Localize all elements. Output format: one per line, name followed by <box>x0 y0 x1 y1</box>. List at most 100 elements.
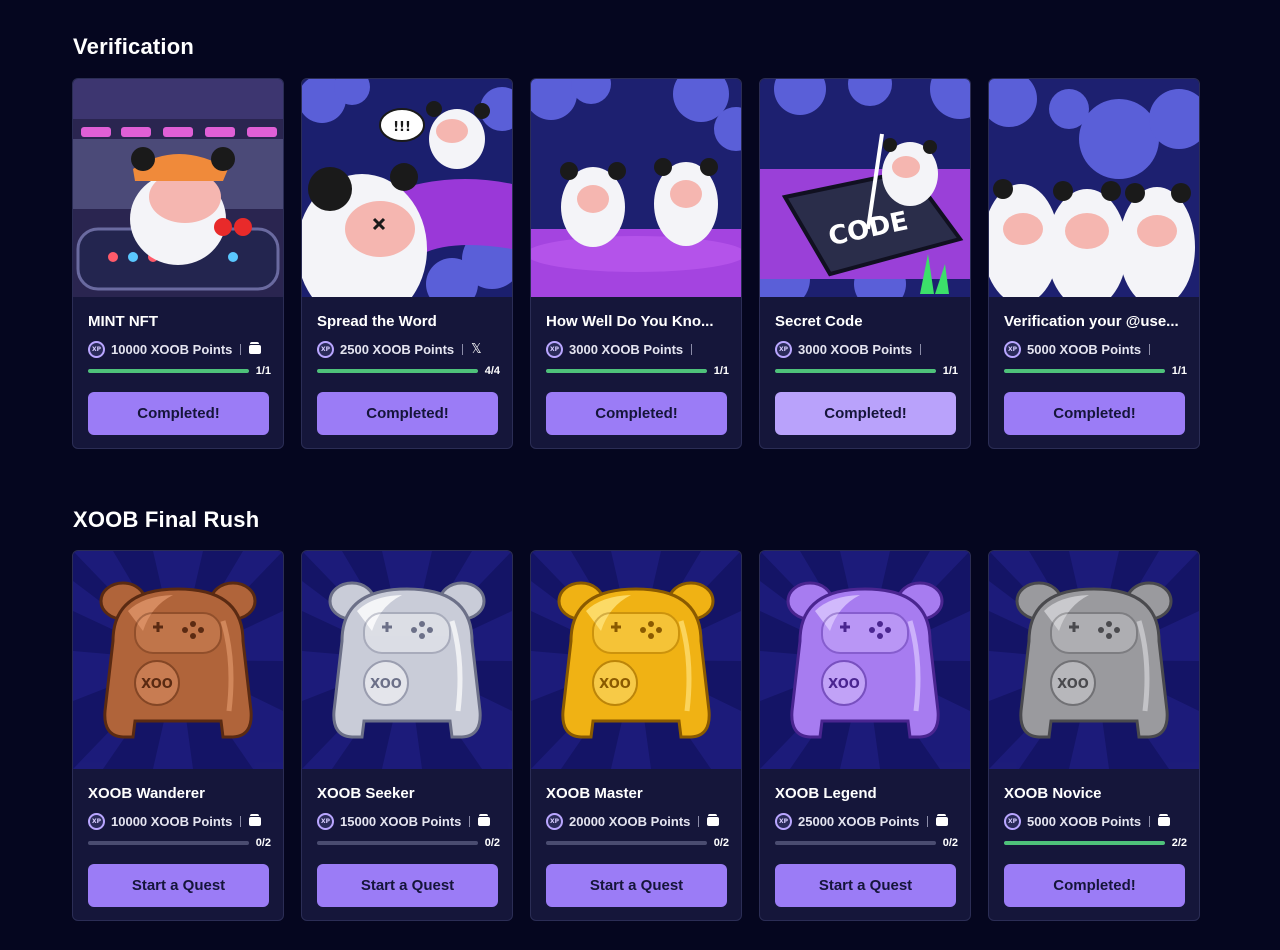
progress-count: 1/1 <box>942 365 958 377</box>
progress-row: 4/4 <box>317 365 500 377</box>
progress-row: 0/2 <box>546 837 729 849</box>
x-logo-icon: 𝕏 <box>471 342 482 357</box>
completed-button[interactable]: Completed! <box>775 392 956 435</box>
quest-card-how-well-do-you-kno[interactable]: How Well Do You Kno... XP 3000 XOOB Poin… <box>530 78 742 449</box>
completed-button[interactable]: Completed! <box>546 392 727 435</box>
progress-bar <box>317 369 478 373</box>
mascot-bronze-artwork: XOO <box>73 551 283 769</box>
svg-text:XOO: XOO <box>141 677 173 692</box>
quest-card-xoob-wanderer[interactable]: XOO XOOB Wanderer XP 10000 XOOB Points 0… <box>72 550 284 921</box>
reward-row: XP 5000 XOOB Points <box>1004 341 1158 358</box>
points-coin-icon: XP <box>317 813 334 830</box>
reward-divider <box>920 344 922 355</box>
start-quest-button[interactable]: Start a Quest <box>88 864 269 907</box>
quest-title: XOOB Legend <box>775 785 877 802</box>
quest-title: Spread the Word <box>317 313 437 330</box>
reward-divider <box>927 816 929 827</box>
progress-row: 0/2 <box>88 837 271 849</box>
progress-bar <box>775 369 936 373</box>
quest-card-xoob-novice[interactable]: XOO XOOB Novice XP 5000 XOOB Points 2/2 … <box>988 550 1200 921</box>
svg-text:!!!: !!! <box>393 120 411 135</box>
reward-row: XP 5000 XOOB Points <box>1004 813 1171 830</box>
reward-divider <box>240 816 242 827</box>
scene-code-artwork: CODE <box>760 79 970 297</box>
section-title-final-rush: XOOB Final Rush <box>73 507 260 532</box>
reward-points: 25000 XOOB Points <box>798 814 920 829</box>
start-quest-button[interactable]: Start a Quest <box>775 864 956 907</box>
progress-fill <box>775 369 936 373</box>
progress-fill <box>88 369 249 373</box>
scene-duo-artwork <box>531 79 741 297</box>
progress-bar <box>546 369 707 373</box>
progress-fill <box>1004 369 1165 373</box>
reward-points: 15000 XOOB Points <box>340 814 462 829</box>
quest-title: XOOB Seeker <box>317 785 415 802</box>
progress-count: 1/1 <box>713 365 729 377</box>
progress-row: 1/1 <box>88 365 271 377</box>
reward-points: 5000 XOOB Points <box>1027 814 1142 829</box>
reward-divider <box>462 344 464 355</box>
progress-count: 0/2 <box>713 837 729 849</box>
wallet-icon <box>249 814 262 826</box>
quest-card-secret-code[interactable]: CODE Secret Code XP 3000 XOOB Points 1/1… <box>759 78 971 449</box>
completed-button[interactable]: Completed! <box>1004 864 1185 907</box>
reward-row: XP 2500 XOOB Points 𝕏 <box>317 341 482 358</box>
progress-count: 1/1 <box>1171 365 1187 377</box>
points-coin-icon: XP <box>546 813 563 830</box>
quest-card-xoob-master[interactable]: XOO XOOB Master XP 20000 XOOB Points 0/2… <box>530 550 742 921</box>
svg-text:XOO: XOO <box>370 677 402 692</box>
quest-card-verification-your-use[interactable]: Verification your @use... XP 5000 XOOB P… <box>988 78 1200 449</box>
start-quest-button[interactable]: Start a Quest <box>317 864 498 907</box>
section-title-verification: Verification <box>73 34 194 59</box>
reward-divider <box>1149 344 1151 355</box>
progress-row: 0/2 <box>317 837 500 849</box>
reward-points: 2500 XOOB Points <box>340 342 455 357</box>
reward-points: 10000 XOOB Points <box>111 814 233 829</box>
quest-title: XOOB Novice <box>1004 785 1102 802</box>
progress-count: 0/2 <box>255 837 271 849</box>
reward-divider <box>1149 816 1151 827</box>
mascot-silver-artwork: XOO <box>302 551 512 769</box>
reward-row: XP 15000 XOOB Points <box>317 813 491 830</box>
svg-text:XOO: XOO <box>599 677 631 692</box>
quest-title: Secret Code <box>775 313 863 330</box>
reward-points: 10000 XOOB Points <box>111 342 233 357</box>
svg-text:XOO: XOO <box>828 677 860 692</box>
progress-bar <box>88 841 249 845</box>
quest-card-xoob-seeker[interactable]: XOO XOOB Seeker XP 15000 XOOB Points 0/2… <box>301 550 513 921</box>
completed-button[interactable]: Completed! <box>88 392 269 435</box>
reward-points: 5000 XOOB Points <box>1027 342 1142 357</box>
wallet-icon <box>478 814 491 826</box>
progress-row: 1/1 <box>775 365 958 377</box>
progress-row: 0/2 <box>775 837 958 849</box>
reward-points: 3000 XOOB Points <box>569 342 684 357</box>
quest-title: XOOB Master <box>546 785 643 802</box>
progress-row: 1/1 <box>546 365 729 377</box>
quest-card-mint-nft[interactable]: MINT NFT XP 10000 XOOB Points 1/1 Comple… <box>72 78 284 449</box>
progress-count: 2/2 <box>1171 837 1187 849</box>
wallet-icon <box>707 814 720 826</box>
completed-button[interactable]: Completed! <box>317 392 498 435</box>
wallet-icon <box>1158 814 1171 826</box>
wallet-icon <box>249 342 262 354</box>
quest-title: XOOB Wanderer <box>88 785 205 802</box>
quest-card-spread-the-word[interactable]: !!! Spread the Word XP 2500 XOOB Points … <box>301 78 513 449</box>
points-coin-icon: XP <box>775 341 792 358</box>
progress-fill <box>1004 841 1165 845</box>
completed-button[interactable]: Completed! <box>1004 392 1185 435</box>
quest-title: MINT NFT <box>88 313 158 330</box>
quest-card-xoob-legend[interactable]: XOO XOOB Legend XP 25000 XOOB Points 0/2… <box>759 550 971 921</box>
progress-bar <box>317 841 478 845</box>
progress-fill <box>546 369 707 373</box>
scene-dj-artwork <box>73 79 283 297</box>
points-coin-icon: XP <box>775 813 792 830</box>
quest-title: How Well Do You Kno... <box>546 313 714 330</box>
start-quest-button[interactable]: Start a Quest <box>546 864 727 907</box>
points-coin-icon: XP <box>88 341 105 358</box>
points-coin-icon: XP <box>546 341 563 358</box>
progress-bar <box>88 369 249 373</box>
mascot-stone-artwork: XOO <box>989 551 1199 769</box>
scene-speech-artwork: !!! <box>302 79 512 297</box>
verification-quest-grid: MINT NFT XP 10000 XOOB Points 1/1 Comple… <box>72 78 1200 449</box>
progress-bar <box>1004 841 1165 845</box>
